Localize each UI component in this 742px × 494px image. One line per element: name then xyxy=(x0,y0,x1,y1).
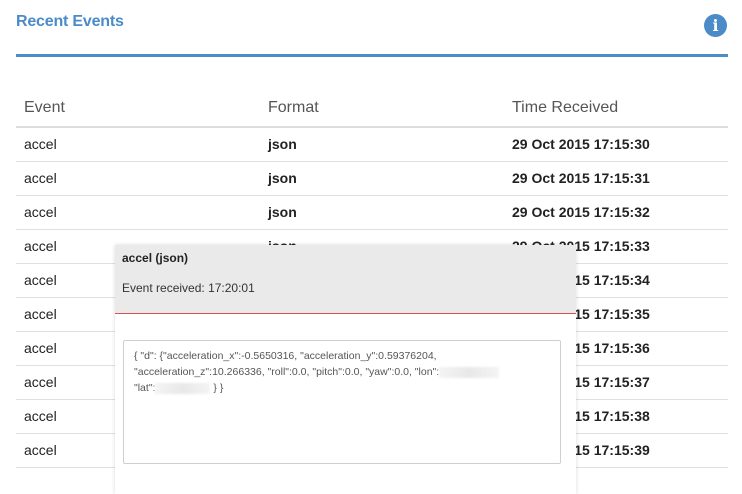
redacted-lon xyxy=(439,366,500,378)
panel-title: Recent Events xyxy=(16,13,124,30)
event-cell: accel xyxy=(16,127,260,162)
format-cell: json xyxy=(260,195,504,230)
time-received-cell: 29 Oct 2015 17:15:31 xyxy=(504,161,728,196)
event-detail-popup[interactable]: accel (json) Event received: 17:20:01 { … xyxy=(115,245,576,494)
payload-part-3: } } xyxy=(213,382,224,394)
time-received-cell: 29 Oct 2015 17:15:30 xyxy=(504,127,728,162)
payload-part-1: { "d": {"acceleration_x":-0.5650316, "ac… xyxy=(134,350,440,378)
column-header-event[interactable]: Event xyxy=(16,90,260,128)
column-header-time[interactable]: Time Received xyxy=(504,90,728,128)
title-divider xyxy=(16,54,728,57)
format-cell: json xyxy=(260,127,504,162)
payload-text: { "d": {"acceleration_x":-0.5650316, "ac… xyxy=(134,348,534,396)
table-row[interactable]: accel json 29 Oct 2015 17:15:30 xyxy=(16,127,728,162)
event-cell: accel xyxy=(16,161,260,196)
format-cell: json xyxy=(260,161,504,196)
event-received-time: 17:20:01 xyxy=(208,281,255,295)
time-received-cell: 29 Oct 2015 17:15:32 xyxy=(504,195,728,230)
event-received-label: Event received: xyxy=(122,281,205,295)
table-row[interactable]: accel json 29 Oct 2015 17:15:31 xyxy=(16,161,728,196)
payload-textarea[interactable]: { "d": {"acceleration_x":-0.5650316, "ac… xyxy=(123,340,561,464)
redacted-lat xyxy=(155,382,211,394)
event-received: Event received: 17:20:01 xyxy=(122,281,255,295)
event-cell: accel xyxy=(16,195,260,230)
popup-title: accel (json) xyxy=(122,251,189,265)
column-header-format[interactable]: Format xyxy=(260,90,504,128)
payload-part-2: "lat": xyxy=(134,382,156,394)
table-row[interactable]: accel json 29 Oct 2015 17:15:32 xyxy=(16,195,728,230)
table-header-row: Event Format Time Received xyxy=(16,90,728,128)
popup-header: accel (json) Event received: 17:20:01 xyxy=(115,245,576,314)
info-icon[interactable]: i xyxy=(704,14,727,37)
